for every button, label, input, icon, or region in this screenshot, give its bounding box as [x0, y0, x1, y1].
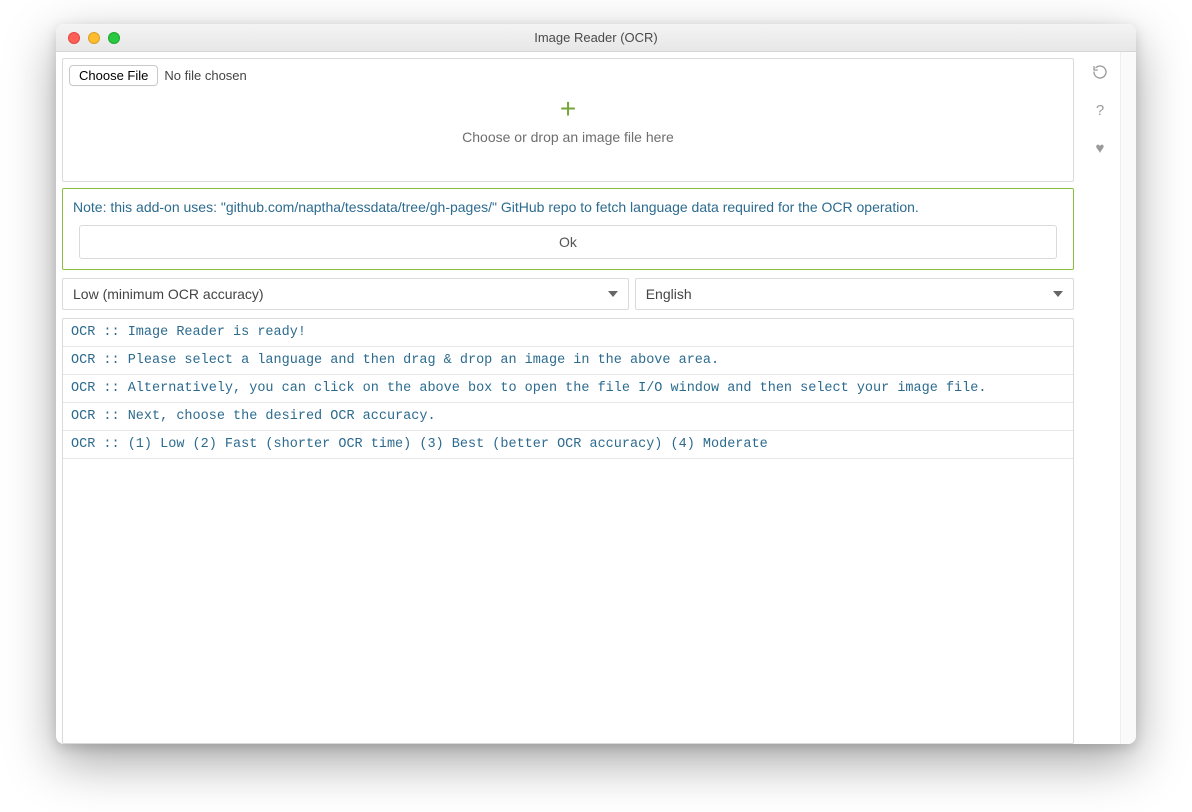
plus-icon: + [560, 95, 576, 123]
language-selected-value: English [646, 286, 692, 302]
log-line: OCR :: Please select a language and then… [63, 347, 1073, 375]
window-title: Image Reader (OCR) [56, 30, 1136, 45]
vertical-scrollbar[interactable] [1120, 52, 1136, 744]
right-sidebar: ? ♥ [1080, 52, 1120, 744]
file-input-row: Choose File No file chosen [69, 65, 247, 86]
help-icon[interactable]: ? [1090, 100, 1110, 120]
main-panel: Choose File No file chosen + Choose or d… [56, 52, 1080, 744]
info-note-text: Note: this add-on uses: "github.com/napt… [73, 199, 1063, 215]
chevron-down-icon [608, 291, 618, 297]
traffic-lights [56, 32, 120, 44]
drop-prompt: Choose or drop an image file here [462, 129, 674, 145]
choose-file-button[interactable]: Choose File [69, 65, 158, 86]
accuracy-selected-value: Low (minimum OCR accuracy) [73, 286, 264, 302]
file-status-text: No file chosen [164, 68, 246, 83]
log-line: OCR :: Image Reader is ready! [63, 319, 1073, 347]
minimize-window-button[interactable] [88, 32, 100, 44]
app-window: Image Reader (OCR) Choose File No file c… [56, 24, 1136, 744]
chevron-down-icon [1053, 291, 1063, 297]
ok-button[interactable]: Ok [79, 225, 1057, 259]
info-note: Note: this add-on uses: "github.com/napt… [62, 188, 1074, 270]
language-select[interactable]: English [635, 278, 1074, 310]
zoom-window-button[interactable] [108, 32, 120, 44]
close-window-button[interactable] [68, 32, 80, 44]
log-line: OCR :: Alternatively, you can click on t… [63, 375, 1073, 403]
log-line: OCR :: (1) Low (2) Fast (shorter OCR tim… [63, 431, 1073, 459]
log-output: OCR :: Image Reader is ready! OCR :: Ple… [62, 318, 1074, 744]
image-drop-zone[interactable]: Choose File No file chosen + Choose or d… [62, 58, 1074, 182]
titlebar: Image Reader (OCR) [56, 24, 1136, 52]
accuracy-select[interactable]: Low (minimum OCR accuracy) [62, 278, 629, 310]
log-line: OCR :: Next, choose the desired OCR accu… [63, 403, 1073, 431]
select-row: Low (minimum OCR accuracy) English [62, 278, 1074, 310]
content-area: Choose File No file chosen + Choose or d… [56, 52, 1136, 744]
reload-icon[interactable] [1090, 62, 1110, 82]
heart-icon[interactable]: ♥ [1090, 138, 1110, 158]
